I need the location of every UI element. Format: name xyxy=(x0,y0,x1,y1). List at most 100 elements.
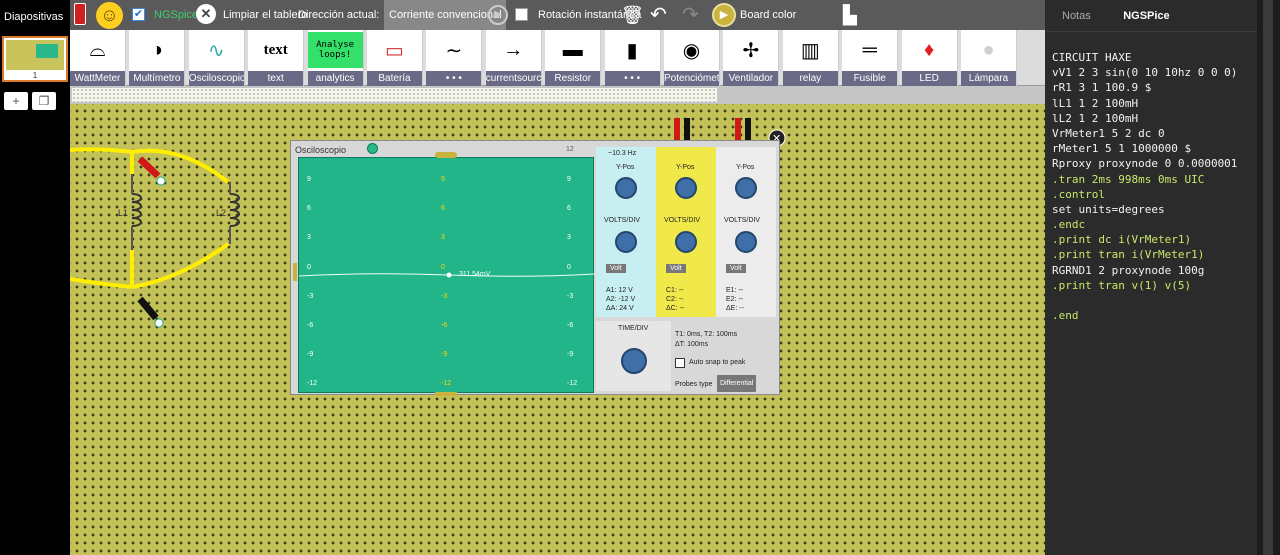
inductor-l1-coil xyxy=(131,193,142,227)
part-potentiometer[interactable]: ◉ Potenciómetro xyxy=(664,30,720,86)
y-tick-label: 3 xyxy=(307,234,311,242)
copy-icon[interactable]: ❐ xyxy=(32,92,56,110)
part-fan[interactable]: ✢ Ventilador xyxy=(723,30,780,86)
part-relay[interactable]: ▥ relay xyxy=(782,30,839,86)
undo-icon[interactable]: ↶ xyxy=(650,0,667,30)
part-label: LED xyxy=(901,71,957,86)
part-switch[interactable]: ▮ • • • xyxy=(604,30,661,86)
redo-icon[interactable]: ↷ xyxy=(682,0,699,30)
red-probe-tip xyxy=(156,176,166,186)
wire[interactable] xyxy=(70,277,133,289)
code-line: .print tran i(VrMeter1) xyxy=(1052,248,1205,262)
part-text[interactable]: text text xyxy=(248,30,305,86)
inductor-l2[interactable]: L2 xyxy=(216,182,240,244)
code-line: rMeter1 5 1 1000000 $ xyxy=(1052,142,1192,156)
analytics-icon: Analyse loops! xyxy=(307,32,363,68)
probes-type-button[interactable]: Differential xyxy=(717,375,757,392)
channel-c-voltsdiv-knob[interactable] xyxy=(675,231,697,253)
smiley-icon[interactable]: ☺ xyxy=(96,2,123,29)
rotation-checkbox[interactable] xyxy=(515,8,528,21)
clear-board-button[interactable]: Limpiar el tablero xyxy=(223,0,307,30)
close-circle-icon[interactable]: ✕ xyxy=(196,4,216,24)
part-analytics[interactable]: Analyse loops! analytics xyxy=(307,30,364,86)
power-switch-icon[interactable] xyxy=(74,3,86,25)
part-label: Fusible xyxy=(842,71,898,86)
scrollbar-thumb[interactable] xyxy=(1263,0,1273,555)
part-fuse[interactable]: ═ Fusible xyxy=(842,30,899,86)
channel-a-ypos-knob[interactable] xyxy=(615,177,637,199)
channel-e-volt-button[interactable]: Volt xyxy=(726,264,746,273)
part-resistor[interactable]: ▬ Resistor xyxy=(545,30,602,86)
ngspice-panel: Notas NGSPice CIRCUIT HAXE vV1 2 3 sin(0 … xyxy=(1045,0,1257,555)
tab-ngspice[interactable]: NGSPice xyxy=(1109,0,1183,32)
code-line: CIRCUIT HAXE xyxy=(1052,51,1132,64)
ac-source-icon: ∼ xyxy=(445,39,463,62)
trace-marker xyxy=(446,272,452,278)
tab-notas[interactable]: Notas xyxy=(1048,0,1105,32)
wire[interactable] xyxy=(131,242,230,289)
channel-e-voltsdiv-label: VOLTS/DIV xyxy=(724,217,761,224)
part-oscilloscope[interactable]: ∿ Osciloscopio xyxy=(188,30,245,86)
channel-e-ypos-knob[interactable] xyxy=(735,177,757,199)
board-color-button[interactable]: Board color xyxy=(740,0,796,30)
part-battery[interactable]: ▭ Batería xyxy=(367,30,423,86)
fuse-icon: ═ xyxy=(862,38,877,61)
part-label: • • • xyxy=(426,71,482,86)
auto-snap-checkbox[interactable] xyxy=(675,358,685,368)
trigger-marker[interactable] xyxy=(293,263,297,281)
multimeter-probe-black[interactable] xyxy=(137,296,164,328)
part-multimeter[interactable]: ◑ Multímetro xyxy=(129,30,186,86)
code-line: vV1 2 3 sin(0 10 10hz 0 0 0) xyxy=(1052,66,1238,80)
x-marker-top[interactable] xyxy=(435,152,457,158)
channel-c-ypos-knob[interactable] xyxy=(675,177,697,199)
play-icon[interactable]: ▶ xyxy=(488,5,508,25)
y-tick-label: -9 xyxy=(441,351,448,359)
fan-icon: ✢ xyxy=(742,39,760,62)
part-ac-source[interactable]: ∼ • • • xyxy=(426,30,483,86)
channel-a-volt-button[interactable]: Volt xyxy=(606,264,626,273)
wire[interactable] xyxy=(70,147,133,154)
ngspice-checkbox[interactable]: ✔ xyxy=(132,8,145,21)
channel-c-ypos-label: Y-Pos xyxy=(676,164,695,171)
scrollbar[interactable] xyxy=(1257,0,1280,555)
time-reading-1: T1: 0ms, T2: 100ms xyxy=(675,331,738,338)
channel-a-voltsdiv-knob[interactable] xyxy=(615,231,637,253)
channel-e-voltsdiv-knob[interactable] xyxy=(735,231,757,253)
building-icon[interactable]: ▙ xyxy=(843,5,863,25)
part-lamp[interactable]: ● Lámpara xyxy=(961,30,1017,86)
channel-c-volt-button[interactable]: Volt xyxy=(666,264,686,273)
y-tick-label: -12 xyxy=(441,380,452,388)
channel-c-voltsdiv-label: VOLTS/DIV xyxy=(664,217,701,224)
scope-trace-svg xyxy=(299,272,595,278)
x-marker-bottom[interactable] xyxy=(435,392,457,396)
component-palette: ⌓ WattMeter ◑ Multímetro ∿ Osciloscopio text te… xyxy=(70,30,1045,86)
scope-screen[interactable]: 311.54mV 9 6 3 0 -3 -6 -9 -12 9 6 3 0 -3 -6 -9 -12 9 6 3… xyxy=(293,152,595,396)
timediv-knob[interactable] xyxy=(621,348,647,374)
y-tick-label: 6 xyxy=(567,205,571,213)
board-color-icon[interactable]: ▶ xyxy=(712,3,736,27)
multimeter-icon: ◑ xyxy=(150,38,163,61)
multimeter-probe-red[interactable] xyxy=(137,156,166,186)
lamp-icon: ● xyxy=(982,38,995,61)
code-line: .control xyxy=(1052,187,1105,201)
part-wattmeter[interactable]: ⌓ WattMeter xyxy=(70,30,126,86)
part-label: Batería xyxy=(367,71,422,86)
code-line: VrMeter1 5 2 dc 0 xyxy=(1052,126,1165,140)
inductor-l1[interactable]: L1 xyxy=(118,174,142,250)
slide-thumbnail[interactable]: 1 xyxy=(2,36,68,82)
plus-icon[interactable]: + xyxy=(4,92,28,110)
y-tick-label: -12 xyxy=(567,380,578,388)
trash-icon[interactable]: 🗑 xyxy=(621,0,644,30)
trace-value: 311.54mV xyxy=(459,271,491,278)
part-current-source[interactable]: → currentsource xyxy=(485,30,542,86)
channel-a-panel: ~10.3 Hz Y-Pos VOLTS/DIV Volt A1: 12 V A… xyxy=(596,147,656,317)
part-led[interactable]: ♦ LED xyxy=(901,30,958,86)
code-line: .print tran v(1) v(5) xyxy=(1052,278,1192,292)
breadboard-canvas[interactable]: L1 L2 ✕ Osciloscopio 12 311.54mV 9 6 3 0… xyxy=(70,104,1045,555)
code-line: .end xyxy=(1052,309,1079,323)
scope-settings-icon[interactable] xyxy=(367,143,378,154)
oscilloscope-panel[interactable]: Osciloscopio 12 311.54mV 9 6 3 0 -3 -6 -9 -12 9… xyxy=(290,140,780,396)
part-label: Ventilador xyxy=(723,71,779,86)
relay-icon: ▥ xyxy=(800,39,820,62)
netlist-code[interactable]: CIRCUIT HAXE vV1 2 3 sin(0 10 10hz 0 0 0)… xyxy=(1052,50,1252,323)
